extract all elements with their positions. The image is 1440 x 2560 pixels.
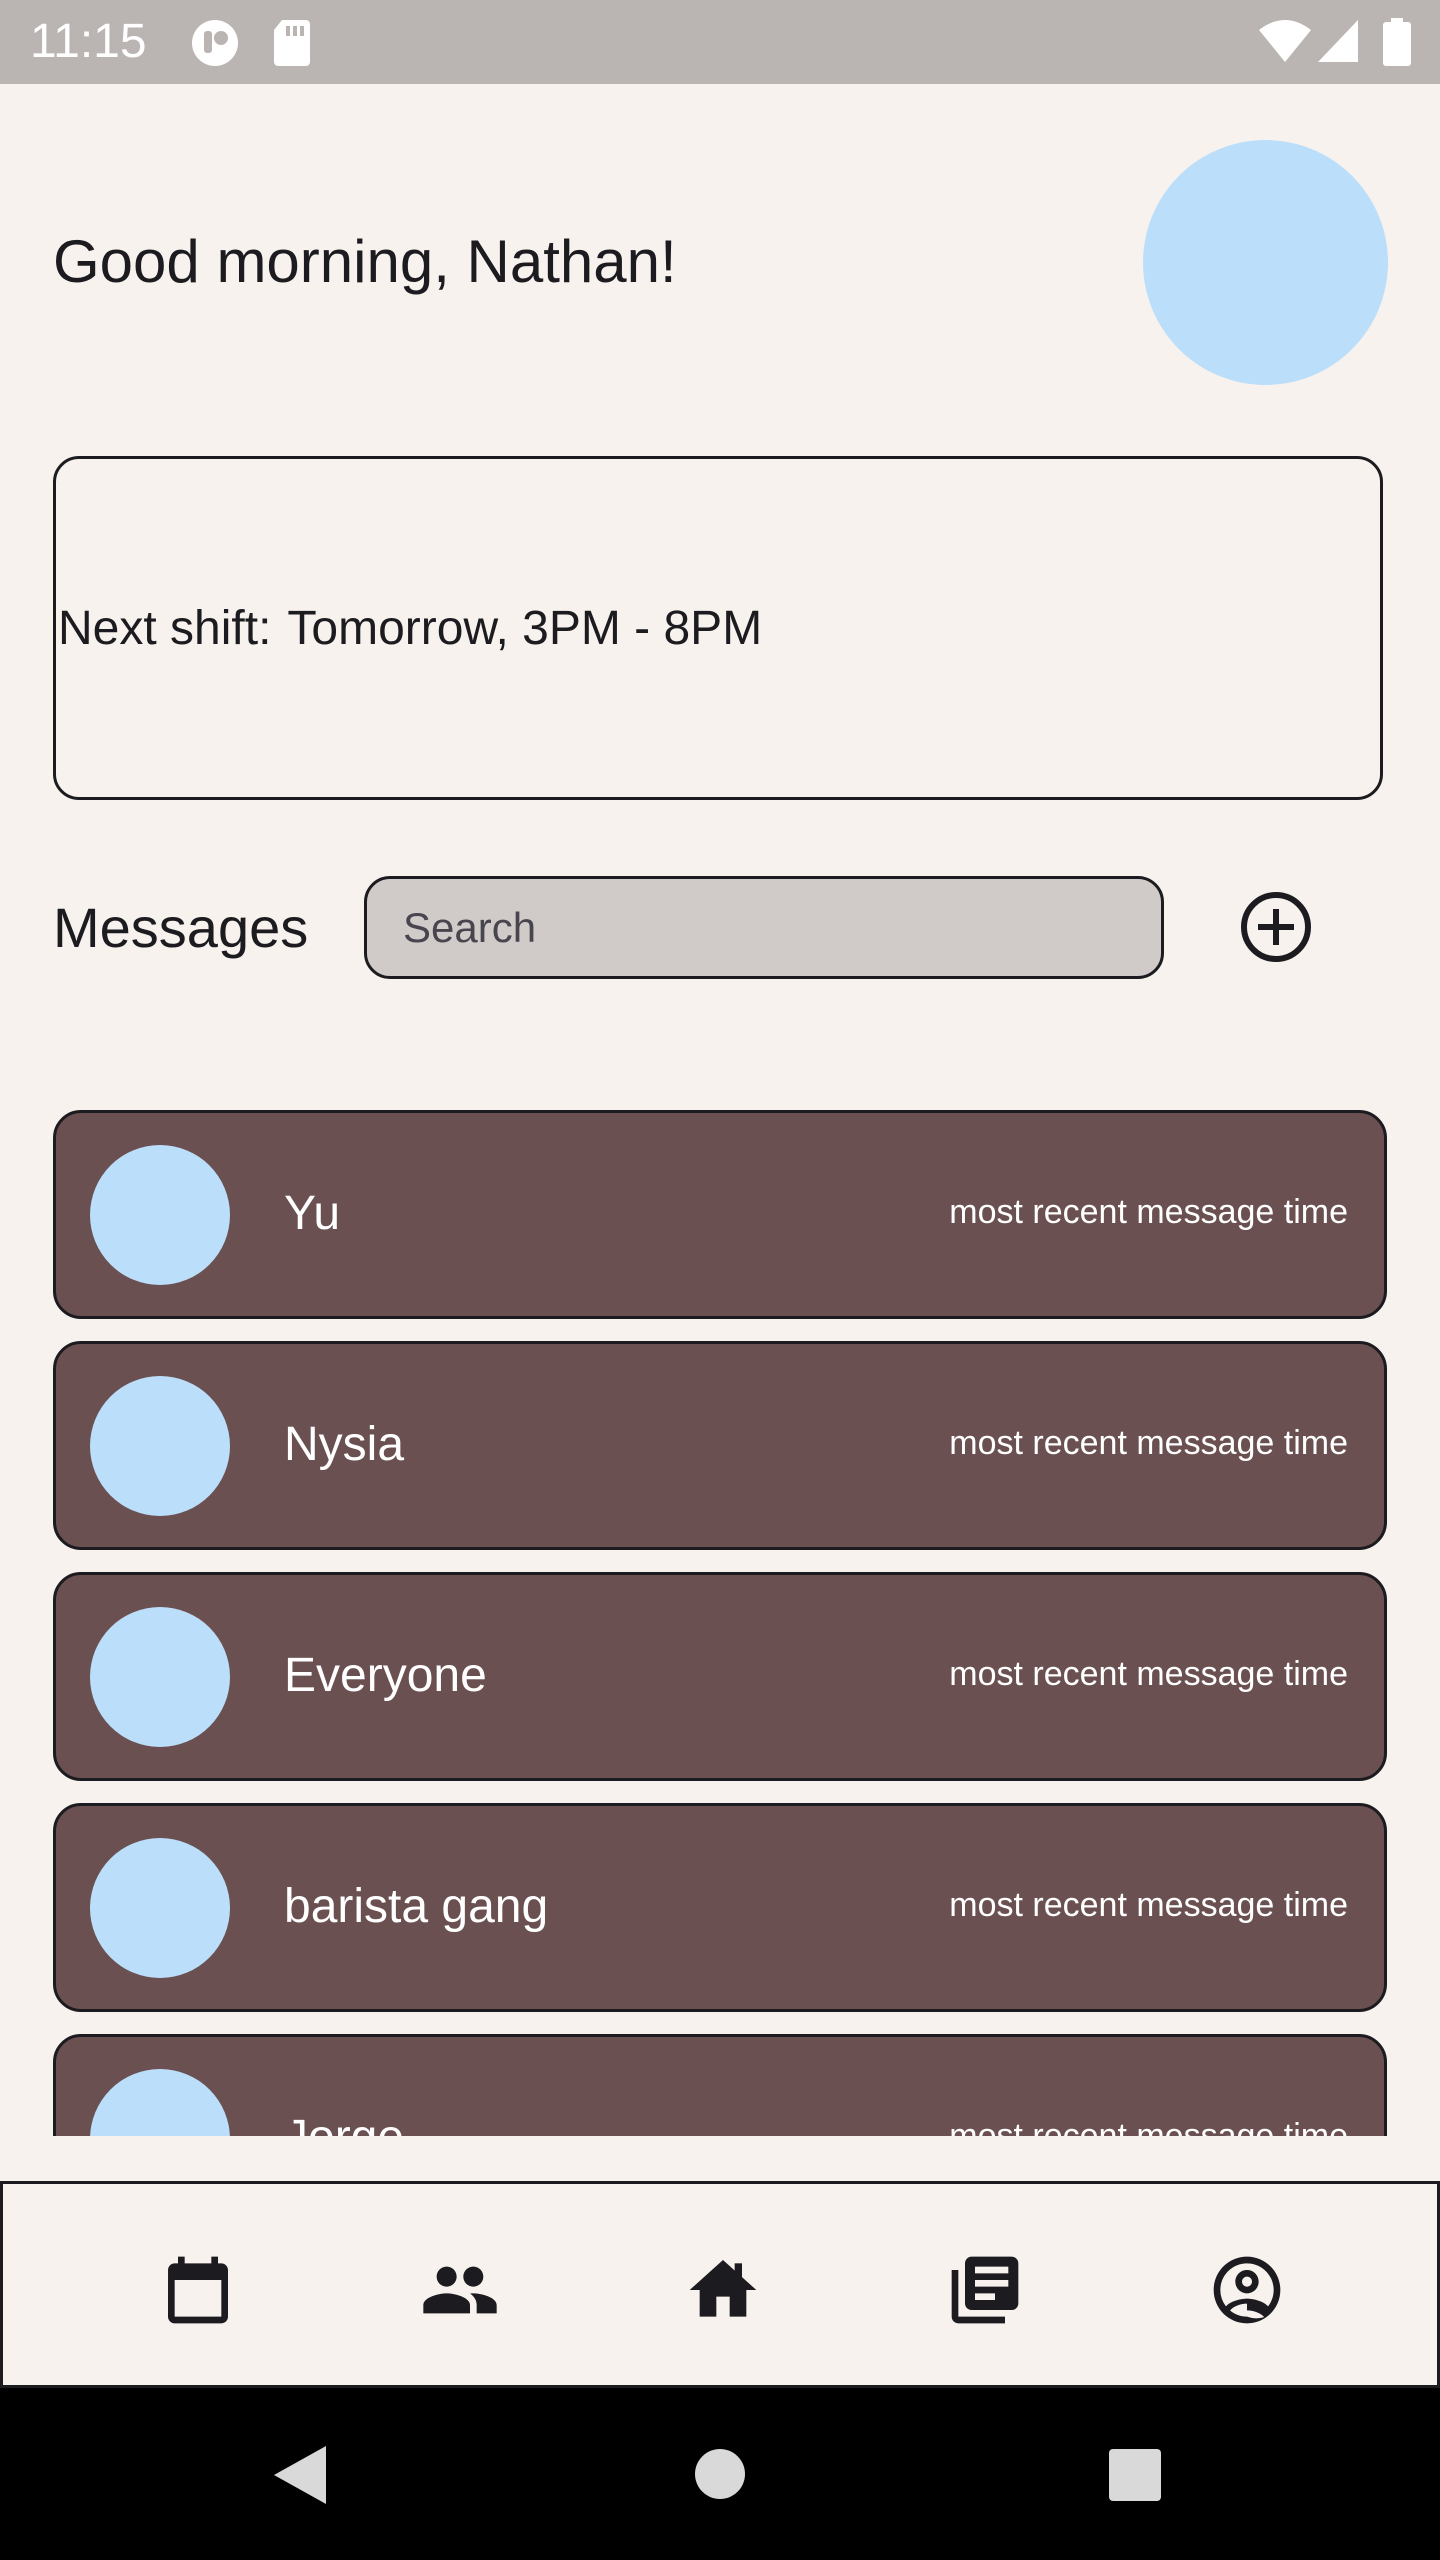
nav-people[interactable] — [420, 2250, 500, 2330]
next-shift-card[interactable]: Next shift: Tomorrow, 3PM - 8PM — [53, 456, 1383, 800]
add-conversation-button[interactable] — [1240, 891, 1312, 963]
conversation-time: most recent message time — [949, 1193, 1348, 1231]
app-notification-icon — [190, 18, 240, 73]
recents-button[interactable] — [1108, 2448, 1162, 2507]
nav-home[interactable] — [683, 2250, 763, 2330]
people-icon — [423, 2266, 497, 2314]
conversation-list[interactable]: Yu most recent message time Nysia most r… — [0, 1100, 1440, 2136]
battery-icon — [1383, 18, 1411, 71]
conversation-name: Yu — [284, 1187, 341, 1240]
conversation-avatar — [90, 1607, 230, 1747]
profile-avatar[interactable] — [1143, 140, 1388, 385]
conversation-avatar — [90, 1376, 230, 1516]
nav-news[interactable] — [945, 2250, 1025, 2330]
conversation-time: most recent message time — [949, 2117, 1348, 2136]
bottom-navigation — [0, 2181, 1440, 2388]
next-shift-text: Next shift: Tomorrow, 3PM - 8PM — [58, 599, 762, 659]
account-circle-icon — [1213, 2256, 1281, 2324]
wifi-icon — [1258, 18, 1312, 69]
back-triangle-icon — [274, 2446, 326, 2504]
status-bar: 11:15 — [0, 0, 1440, 84]
conversation-avatar — [90, 1838, 230, 1978]
conversation-item[interactable]: Yu most recent message time — [53, 1110, 1387, 1319]
messages-title: Messages — [53, 896, 309, 959]
conversation-item[interactable]: Jorge most recent message time — [53, 2034, 1387, 2136]
conversation-name: barista gang — [284, 1880, 549, 1933]
conversation-avatar — [90, 2069, 230, 2136]
next-shift-label: Next shift: — [58, 602, 272, 655]
system-navigation-bar — [0, 2388, 1440, 2560]
news-icon — [951, 2256, 1019, 2324]
nav-profile[interactable] — [1207, 2250, 1287, 2330]
calendar-icon — [168, 2256, 228, 2324]
conversation-time: most recent message time — [949, 1886, 1348, 1924]
cell-signal-icon — [1316, 18, 1360, 69]
next-shift-value: Tomorrow, 3PM - 8PM — [287, 602, 763, 655]
home-system-button[interactable] — [694, 2448, 746, 2505]
conversation-time: most recent message time — [949, 1424, 1348, 1462]
status-time: 11:15 — [30, 15, 147, 68]
conversation-avatar — [90, 1145, 230, 1285]
recents-square-icon — [1109, 2449, 1161, 2501]
conversation-item[interactable]: barista gang most recent message time — [53, 1803, 1387, 2012]
conversation-item[interactable]: Nysia most recent message time — [53, 1341, 1387, 1550]
sd-card-icon — [272, 18, 312, 73]
conversation-item[interactable]: Everyone most recent message time — [53, 1572, 1387, 1781]
home-circle-icon — [695, 2449, 745, 2499]
nav-schedule[interactable] — [158, 2250, 238, 2330]
add-circle-icon — [1241, 892, 1311, 962]
conversation-name: Everyone — [284, 1649, 487, 1702]
conversation-time: most recent message time — [949, 1655, 1348, 1693]
search-input[interactable] — [364, 876, 1164, 979]
back-button[interactable] — [272, 2444, 328, 2511]
conversation-name: Jorge — [284, 2105, 404, 2136]
greeting-title: Good morning, Nathan! — [53, 228, 677, 295]
home-icon — [689, 2260, 757, 2317]
conversation-name: Nysia — [284, 1418, 405, 1471]
